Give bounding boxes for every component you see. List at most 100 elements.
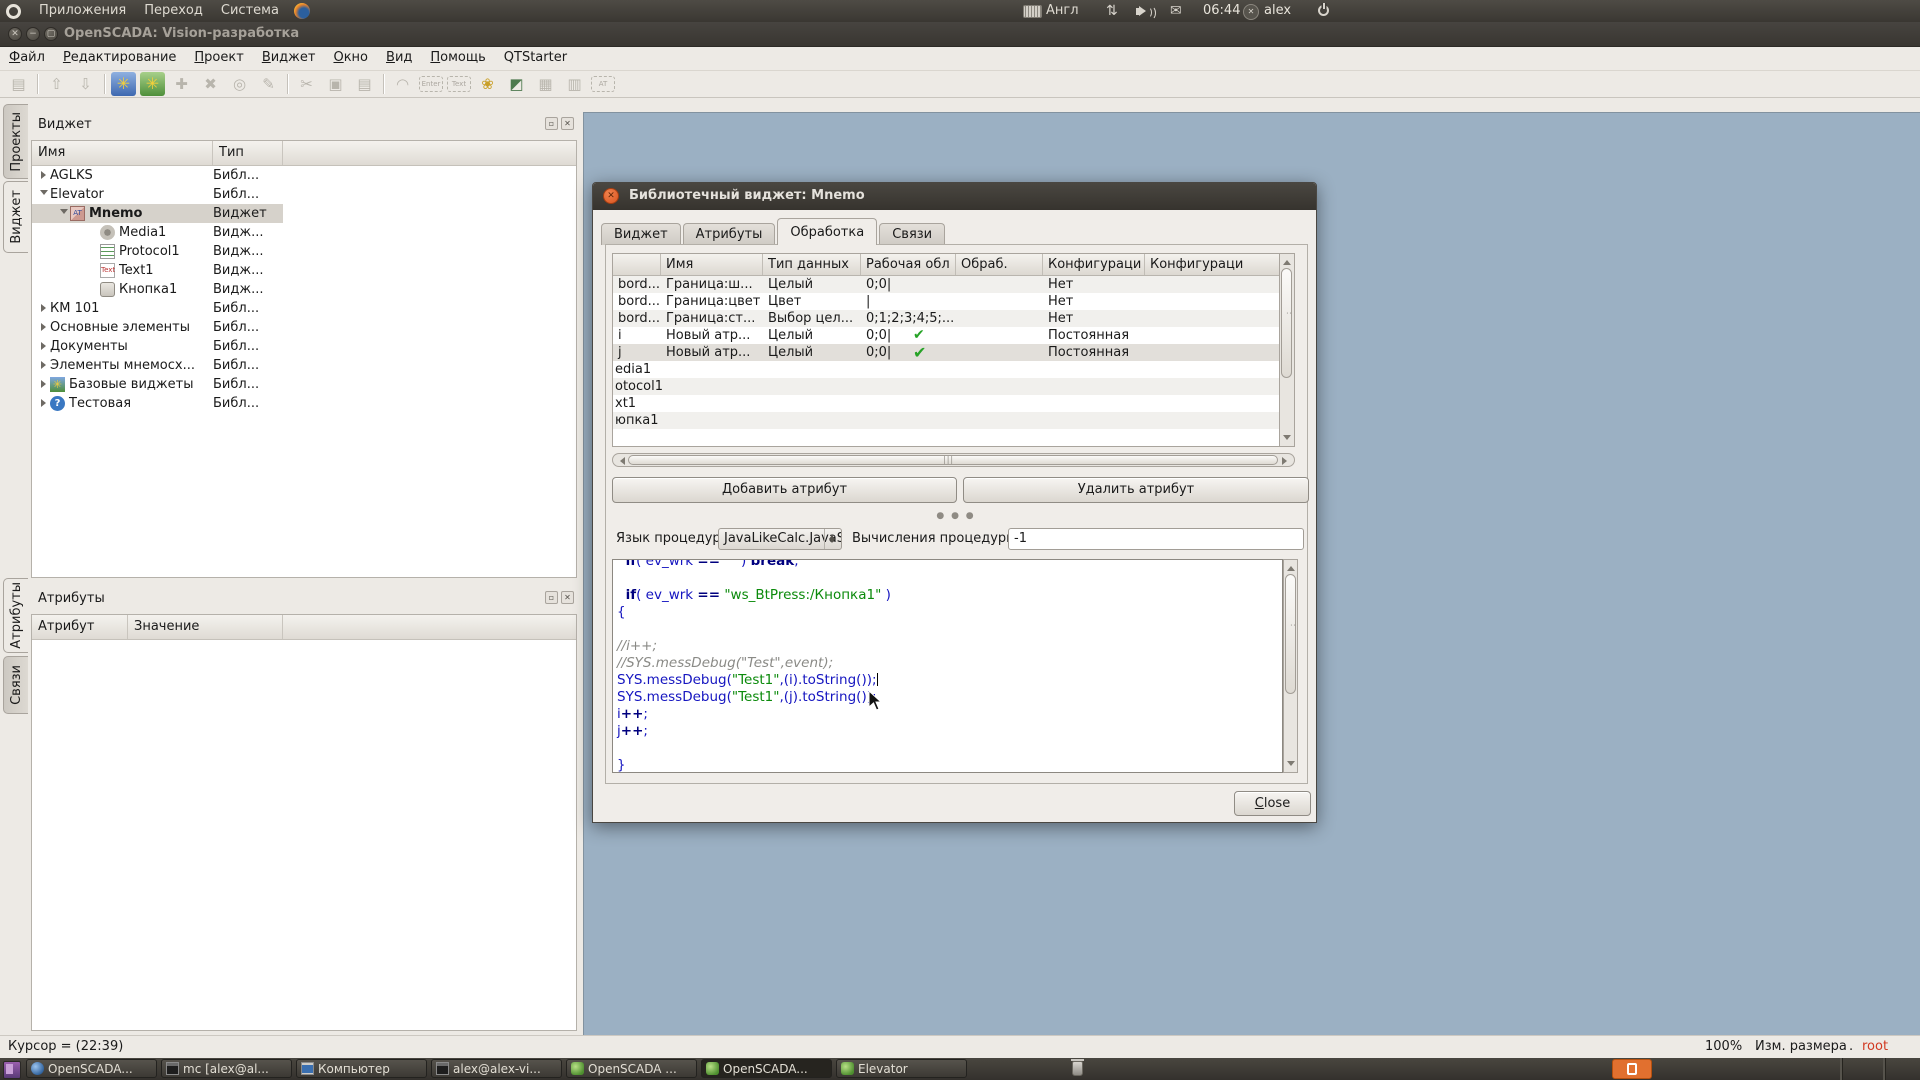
language-combobox[interactable]: JavaLikeCalc.JavaScr bbox=[718, 528, 842, 550]
collapsed-arrow-icon[interactable] bbox=[38, 168, 50, 183]
widget-row-xt1[interactable]: xt1 bbox=[613, 395, 1294, 412]
attr-row-i[interactable]: iНовый атр...Целый0;0|Постоянная✔ bbox=[613, 327, 1294, 344]
attr-row-j[interactable]: jНовый атр...Целый0;0|Постоянная✔ bbox=[613, 344, 1294, 361]
dock-float-icon[interactable]: ▫ bbox=[545, 117, 558, 130]
text-widget-icon[interactable]: Text bbox=[447, 76, 471, 92]
menu-Редактирование[interactable]: Редактирование bbox=[54, 47, 185, 70]
delete-attribute-button[interactable]: Удалить атрибут bbox=[963, 477, 1309, 503]
attr-row-bord...[interactable]: bord...Граница:ст...Выбор цел...0;1;2;3;… bbox=[613, 310, 1294, 327]
tree-row-Элементы мнемосх...[interactable]: Элементы мнемосх...Библ... bbox=[32, 356, 576, 375]
collapsed-arrow-icon[interactable] bbox=[38, 339, 50, 354]
tree-row-Protocol1[interactable]: Protocol1Видж... bbox=[32, 242, 576, 261]
dialog-tab-Связи[interactable]: Связи bbox=[879, 223, 945, 245]
menu-Файл[interactable]: Файл bbox=[0, 47, 54, 70]
table-header-Рабочая обл[interactable]: Рабочая обл bbox=[861, 254, 956, 275]
formula-widget-icon[interactable]: AT bbox=[591, 76, 615, 92]
expanded-arrow-icon[interactable] bbox=[58, 206, 70, 222]
db-load-icon[interactable]: ⇧ bbox=[44, 72, 69, 96]
attr-row-bord...[interactable]: bord...Граница:цветЦвет|Нет bbox=[613, 293, 1294, 310]
window-minimize-icon[interactable]: − bbox=[26, 27, 40, 41]
attribute-table-header[interactable]: ИмяТип данныхРабочая облОбраб.Конфигурац… bbox=[613, 254, 1294, 276]
arrows-updown-icon[interactable]: ⇅ bbox=[1106, 0, 1118, 22]
combo-spinner-icon[interactable] bbox=[824, 529, 841, 549]
mail-icon[interactable]: ✉ bbox=[1170, 0, 1182, 22]
widget-view-icon[interactable]: ◎ bbox=[227, 72, 252, 96]
dock-tab-Связи[interactable]: Связи bbox=[3, 656, 28, 714]
add-attribute-button[interactable]: Добавить атрибут bbox=[612, 477, 957, 503]
keyboard-layout[interactable]: Англ bbox=[1046, 0, 1079, 22]
menu-Окно[interactable]: Окно bbox=[324, 47, 377, 70]
calc-period-input[interactable]: -1 bbox=[1008, 528, 1304, 550]
widget-row-otocol1[interactable]: otocol1 bbox=[613, 378, 1294, 395]
menu-QTStarter[interactable]: QTStarter bbox=[495, 47, 576, 70]
widget-row-юпка1[interactable]: юпка1 bbox=[613, 412, 1294, 429]
column-header-name[interactable]: Имя bbox=[32, 141, 213, 165]
cut-icon[interactable]: ✂ bbox=[294, 72, 319, 96]
window-maximize-icon[interactable]: ▢ bbox=[44, 27, 58, 41]
tree-row-Тестовая[interactable]: ?ТестоваяБибл... bbox=[32, 394, 576, 413]
procedure-code-editor[interactable]: if( ev_wrk == "" ) break; if( ev_wrk == … bbox=[612, 559, 1283, 773]
column-header-value[interactable]: Значение bbox=[128, 615, 283, 639]
column-header-type[interactable]: Тип bbox=[213, 141, 283, 165]
tree-row-Кнопка1[interactable]: Кнопка1Видж... bbox=[32, 280, 576, 299]
table-header-Конфигураци[interactable]: Конфигураци bbox=[1043, 254, 1145, 275]
volume-icon[interactable] bbox=[1136, 7, 1156, 20]
attr-row-bord...[interactable]: bord...Граница:ш...Целый0;0|Нет bbox=[613, 276, 1294, 293]
menu-Виджет[interactable]: Виджет bbox=[253, 47, 325, 70]
add-widget-icon[interactable]: ✚ bbox=[169, 72, 194, 96]
dialog-tab-Атрибуты[interactable]: Атрибуты bbox=[683, 223, 776, 245]
table-header-Тип данных[interactable]: Тип данных bbox=[763, 254, 861, 275]
dialog-tab-Виджет[interactable]: Виджет bbox=[601, 223, 681, 245]
dialog-titlebar[interactable]: ✕ Библиотечный виджет: Mnemo bbox=[593, 183, 1316, 210]
dock-close-icon[interactable]: ✕ bbox=[561, 117, 574, 130]
dock-tab-Виджет[interactable]: Виджет bbox=[3, 181, 28, 253]
tree-row-Базовые виджеты[interactable]: ✳Базовые виджетыБибл... bbox=[32, 375, 576, 394]
expanded-arrow-icon[interactable] bbox=[38, 187, 50, 203]
tree-row-Документы[interactable]: ДокументыБибл... bbox=[32, 337, 576, 356]
dock-float-icon[interactable]: ▫ bbox=[545, 591, 558, 604]
task-alex@alex-vi...[interactable]: alex@alex-vi... bbox=[431, 1059, 562, 1078]
tree-row-Mnemo[interactable]: ATMnemoВиджет bbox=[32, 204, 576, 223]
diagram-widget-icon[interactable]: ◩ bbox=[504, 72, 529, 96]
collapsed-arrow-icon[interactable] bbox=[38, 320, 50, 335]
table-horizontal-scrollbar[interactable]: ||| bbox=[612, 453, 1295, 467]
column-header-attribute[interactable]: Атрибут bbox=[32, 615, 128, 639]
dialog-tab-Обработка[interactable]: Обработка bbox=[777, 218, 877, 245]
ubuntu-logo-icon[interactable] bbox=[6, 4, 21, 19]
elfigure-icon[interactable]: ◠ bbox=[390, 72, 415, 96]
firefox-icon[interactable] bbox=[294, 3, 310, 19]
table-header-id[interactable] bbox=[613, 254, 661, 275]
top-menu-0[interactable]: Приложения bbox=[30, 3, 135, 18]
collapsed-arrow-icon[interactable] bbox=[38, 358, 50, 373]
task-OpenSCADA...[interactable]: OpenSCADA... bbox=[701, 1059, 832, 1078]
trash-icon[interactable] bbox=[1072, 1061, 1083, 1076]
collapsed-arrow-icon[interactable] bbox=[38, 377, 50, 392]
tree-row-КМ 101[interactable]: КМ 101Библ... bbox=[32, 299, 576, 318]
media-widget-icon[interactable]: ❀ bbox=[475, 72, 500, 96]
task-Компьютер[interactable]: Компьютер bbox=[296, 1059, 427, 1078]
task-OpenSCADA...[interactable]: OpenSCADA... bbox=[26, 1059, 157, 1078]
widget-tree-header[interactable]: Имя Тип bbox=[32, 141, 576, 166]
editor-vertical-scrollbar[interactable]: ∶ bbox=[1283, 559, 1298, 773]
tree-row-Media1[interactable]: Media1Видж... bbox=[32, 223, 576, 242]
menu-Проект[interactable]: Проект bbox=[185, 47, 252, 70]
session-user[interactable]: alex bbox=[1264, 0, 1291, 22]
collapsed-arrow-icon[interactable] bbox=[38, 301, 50, 316]
dock-close-icon[interactable]: ✕ bbox=[561, 591, 574, 604]
menu-Вид[interactable]: Вид bbox=[377, 47, 421, 70]
paste-icon[interactable]: ▤ bbox=[352, 72, 377, 96]
top-menu-2[interactable]: Система bbox=[212, 3, 288, 18]
task-mc [alex@al...[interactable]: mc [alex@al... bbox=[161, 1059, 292, 1078]
clock[interactable]: 06:44 bbox=[1203, 0, 1240, 22]
db-save-icon[interactable]: ⇩ bbox=[73, 72, 98, 96]
tree-row-Text1[interactable]: TextText1Видж... bbox=[32, 261, 576, 280]
table-vertical-scrollbar[interactable]: ∶ bbox=[1279, 254, 1294, 446]
tree-row-Elevator[interactable]: ElevatorБибл... bbox=[32, 185, 576, 204]
menu-Помощь[interactable]: Помощь bbox=[421, 47, 494, 70]
dialog-close-button[interactable]: Close bbox=[1234, 791, 1311, 816]
splitter-handle[interactable]: ● ● ● bbox=[936, 511, 976, 521]
widget-row-empty[interactable] bbox=[613, 429, 1294, 446]
task-Elevator[interactable]: Elevator bbox=[836, 1059, 967, 1078]
dialog-close-icon[interactable]: ✕ bbox=[603, 188, 619, 204]
power-icon[interactable] bbox=[1318, 5, 1329, 16]
